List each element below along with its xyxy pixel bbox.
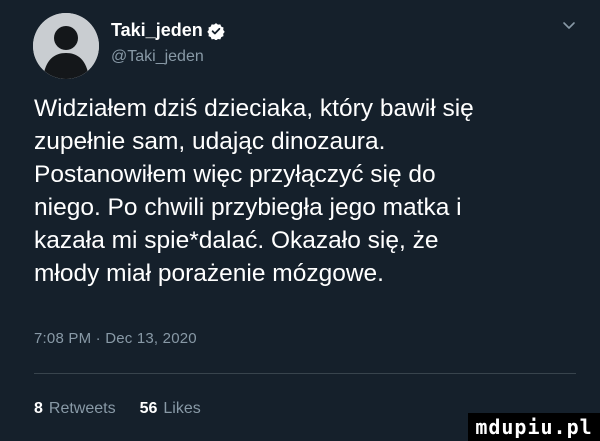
tweet-timestamp[interactable]: 7:08 PM · Dec 13, 2020 — [34, 330, 197, 347]
tweet-stats: 8 Retweets 56 Likes — [34, 400, 201, 418]
tweet-card: Taki_jeden @Taki_jeden Widziałem dziś dz… — [0, 0, 600, 441]
retweets-stat[interactable]: 8 Retweets — [34, 400, 116, 418]
chevron-down-icon[interactable] — [560, 16, 578, 34]
divider — [34, 373, 576, 374]
tweet-text-line: Widziałem dziś dzieciaka, który bawił si… — [34, 95, 474, 122]
avatar[interactable] — [33, 13, 99, 79]
tweet-text-line: kazała mi spie*dalać. Okazało się, że — [34, 227, 439, 254]
tweet-text: Widziałem dziś dzieciaka, który bawił si… — [34, 92, 582, 290]
retweets-label: Retweets — [48, 400, 116, 417]
display-name[interactable]: Taki_jeden — [111, 20, 203, 41]
tweet-text-line: niego. Po chwili przybiegła jego matka i — [34, 194, 462, 221]
default-avatar-icon — [33, 13, 99, 79]
likes-stat[interactable]: 56 Likes — [140, 400, 201, 418]
likes-label: Likes — [163, 400, 201, 417]
tweet-text-line: Postanowiłem więc przyłączyć się do — [34, 161, 436, 188]
tweet-text-line: młody miał porażenie mózgowe. — [34, 260, 384, 287]
user-display-name-row[interactable]: Taki_jeden — [111, 20, 225, 41]
tweet-text-line: zupełnie sam, udając dinozaura. — [34, 128, 386, 155]
verified-badge-icon — [207, 22, 225, 40]
watermark: mdupiu.pl — [468, 413, 600, 441]
retweets-count: 8 — [34, 400, 43, 417]
user-handle[interactable]: @Taki_jeden — [111, 48, 204, 66]
likes-count: 56 — [139, 400, 158, 417]
